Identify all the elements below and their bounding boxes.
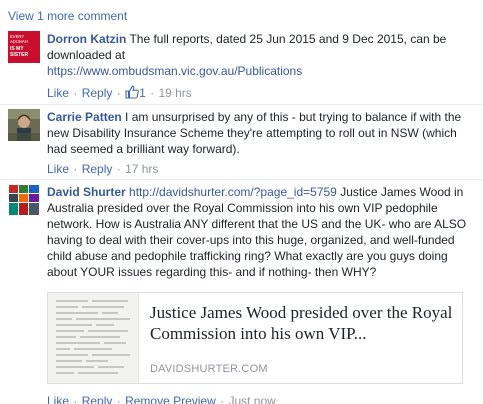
link-preview-domain: DAVIDSHURTER.COM	[150, 363, 268, 375]
remove-preview-button[interactable]: Remove Preview	[125, 394, 216, 404]
comment-actions: Like · Reply · 1 · 19 hrs	[47, 85, 192, 103]
separator-dot: ·	[73, 162, 78, 176]
comment-body: David Shurter http://davidshurter.com/?p…	[47, 184, 475, 280]
avatar-image	[8, 109, 40, 141]
link-preview-title[interactable]: Justice James Wood presided over the Roy…	[150, 302, 456, 344]
thumbs-up-icon	[125, 85, 139, 103]
view-more-comments-link[interactable]: View 1 more comment	[8, 9, 127, 23]
comment-author[interactable]: Dorron Katzin	[47, 32, 126, 46]
like-count[interactable]: 1	[125, 85, 149, 103]
timestamp[interactable]: 19 hrs	[158, 86, 191, 100]
comment-link[interactable]: https://www.ombudsman.vic.gov.au/Publica…	[47, 64, 302, 78]
link-preview-thumbnail	[48, 293, 139, 383]
comment-author[interactable]: David Shurter	[47, 185, 126, 199]
separator-dot: ·	[116, 394, 121, 404]
like-button[interactable]: Like	[47, 162, 69, 176]
link-preview-card[interactable]: Justice James Wood presided over the Roy…	[47, 292, 463, 384]
comment-divider	[0, 104, 483, 105]
reply-button[interactable]: Reply	[82, 162, 113, 176]
like-count-value: 1	[139, 86, 146, 100]
comment-body: Carrie Patten I am unsurprised by any of…	[47, 109, 475, 157]
comment-link[interactable]: http://davidshurter.com/?page_id=5759	[129, 185, 337, 199]
avatar[interactable]	[8, 184, 40, 216]
comment-body: Dorron Katzin The full reports, dated 25…	[47, 31, 475, 79]
svg-text:ADUNAH: ADUNAH	[10, 39, 28, 44]
like-button[interactable]: Like	[47, 394, 69, 404]
comment-divider	[0, 179, 483, 180]
avatar[interactable]	[8, 109, 40, 141]
reply-button[interactable]: Reply	[82, 86, 113, 100]
like-button[interactable]: Like	[47, 86, 69, 100]
separator-dot: ·	[73, 394, 78, 404]
reply-button[interactable]: Reply	[82, 394, 113, 404]
timestamp[interactable]: Just now	[228, 394, 275, 404]
comment-author[interactable]: Carrie Patten	[47, 110, 122, 124]
avatar-image: EVERY ADUNAH IS MY SISTER	[8, 31, 40, 63]
separator-dot: ·	[73, 86, 78, 100]
comment-actions: Like · Reply · 17 hrs	[47, 161, 158, 177]
avatar-image	[8, 184, 40, 216]
separator-dot: ·	[116, 162, 121, 176]
avatar[interactable]: EVERY ADUNAH IS MY SISTER	[8, 31, 40, 63]
separator-dot: ·	[116, 86, 121, 100]
separator-dot: ·	[220, 394, 225, 404]
svg-text:SISTER: SISTER	[10, 52, 28, 58]
comment-text: Justice James Wood in Australia presided…	[47, 185, 467, 279]
comment-actions: Like · Reply · Remove Preview · Just now	[47, 393, 276, 404]
separator-dot: ·	[150, 86, 155, 100]
timestamp[interactable]: 17 hrs	[125, 162, 158, 176]
